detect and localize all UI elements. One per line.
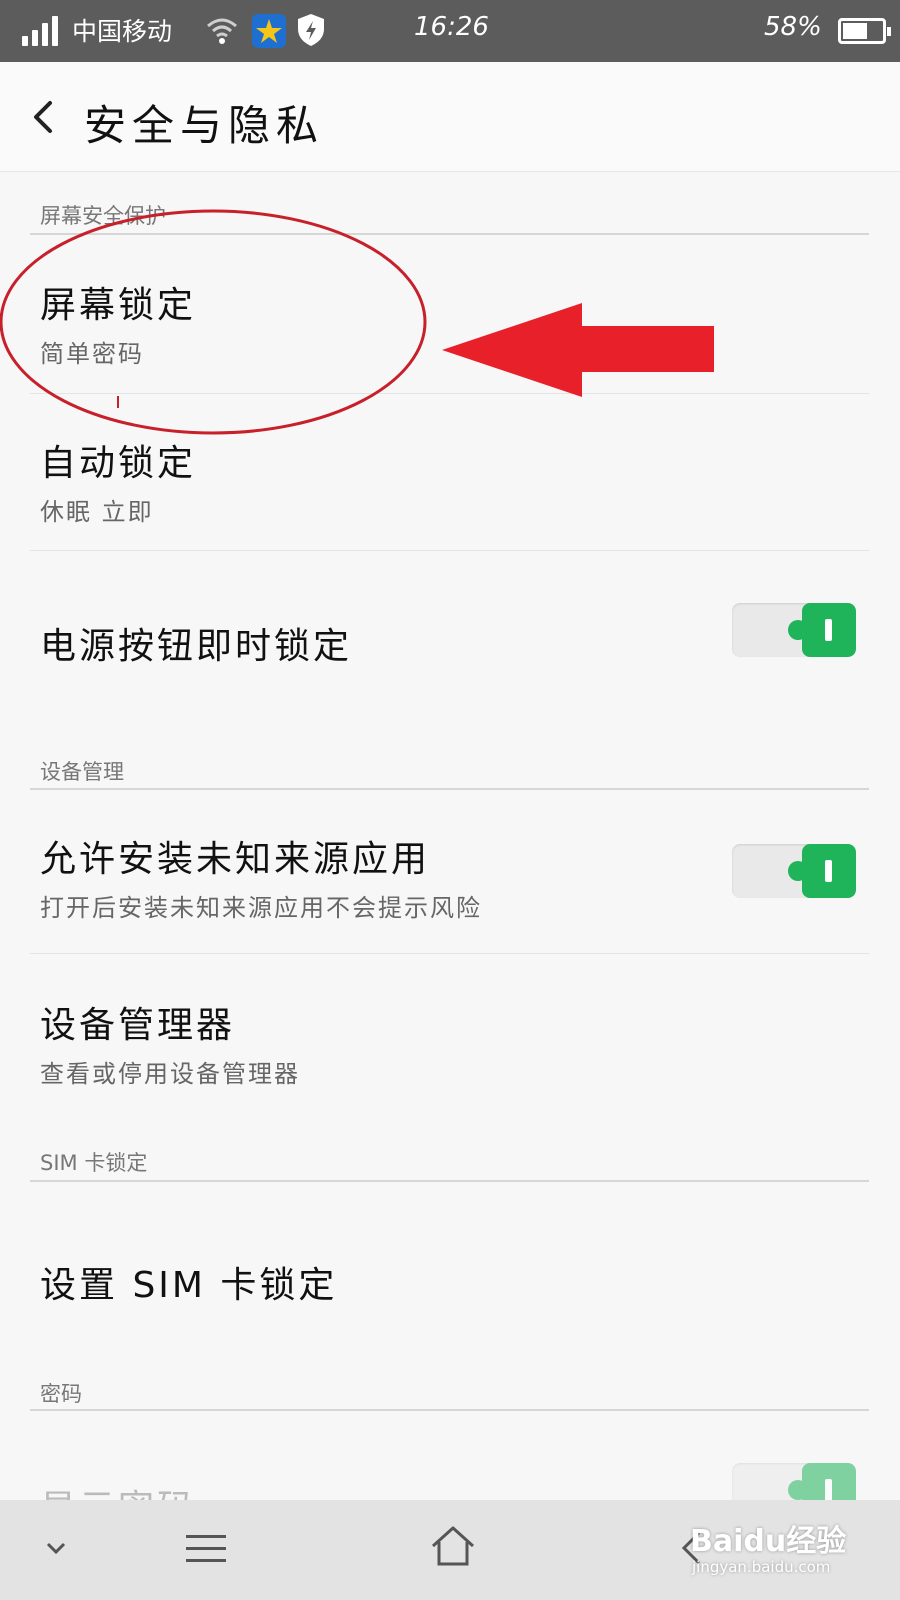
show-password-toggle[interactable] bbox=[732, 1463, 856, 1500]
row-title: 显示密码 bbox=[40, 1479, 196, 1500]
watermark-url: jingyan.baidu.com bbox=[692, 1558, 831, 1576]
power-button-lock-row[interactable]: 电源按钮即时锁定 bbox=[0, 551, 900, 721]
wifi-icon bbox=[207, 18, 237, 44]
section-header-password: 密码 bbox=[40, 1382, 82, 1406]
chevron-down-icon[interactable] bbox=[44, 1540, 68, 1556]
app-header: 安全与隐私 bbox=[0, 62, 900, 172]
unknown-sources-row[interactable]: 允许安装未知来源应用 打开后安装未知来源应用不会提示风险 bbox=[0, 790, 900, 953]
row-subtitle: 休眠 立即 bbox=[40, 498, 154, 526]
section-header-sim-lock: SIM 卡锁定 bbox=[40, 1151, 148, 1175]
row-title: 自动锁定 bbox=[40, 443, 197, 484]
screen-lock-row[interactable]: 屏幕锁定 简单密码 bbox=[0, 236, 900, 393]
status-bar: 中国移动 16:26 58% bbox=[0, 0, 900, 62]
back-arrow-icon[interactable] bbox=[24, 95, 64, 139]
device-admin-row[interactable]: 设备管理器 查看或停用设备管理器 bbox=[0, 954, 900, 1114]
section-header-screen-security: 屏幕安全保护 bbox=[40, 204, 166, 228]
watermark-logo: Baidu经验 bbox=[690, 1524, 847, 1559]
bottom-navigation: Baidu经验 jingyan.baidu.com bbox=[0, 1500, 900, 1600]
row-title: 屏幕锁定 bbox=[40, 285, 197, 326]
menu-icon[interactable] bbox=[186, 1532, 226, 1566]
unknown-sources-toggle[interactable] bbox=[732, 844, 856, 898]
row-subtitle: 查看或停用设备管理器 bbox=[40, 1060, 300, 1088]
page-title: 安全与隐私 bbox=[84, 101, 325, 150]
row-subtitle: 简单密码 bbox=[40, 340, 144, 368]
shield-icon bbox=[298, 14, 324, 46]
carrier-label: 中国移动 bbox=[72, 17, 173, 46]
row-subtitle: 打开后安装未知来源应用不会提示风险 bbox=[40, 894, 482, 922]
section-divider bbox=[30, 233, 869, 235]
app-notification-icon bbox=[252, 14, 286, 48]
row-title: 设置 SIM 卡锁定 bbox=[40, 1265, 338, 1306]
battery-percent: 58% bbox=[764, 12, 822, 42]
clock: 16:26 bbox=[414, 12, 489, 42]
row-title: 电源按钮即时锁定 bbox=[40, 626, 353, 667]
home-icon[interactable] bbox=[430, 1524, 476, 1568]
auto-lock-row[interactable]: 自动锁定 休眠 立即 bbox=[0, 394, 900, 550]
section-header-device-management: 设备管理 bbox=[40, 760, 124, 784]
power-button-lock-toggle[interactable] bbox=[732, 603, 856, 657]
show-password-row[interactable]: 显示密码 bbox=[0, 1411, 900, 1500]
sim-lock-row[interactable]: 设置 SIM 卡锁定 bbox=[0, 1182, 900, 1352]
battery-icon bbox=[838, 18, 891, 44]
signal-icon bbox=[22, 16, 62, 46]
row-title: 允许安装未知来源应用 bbox=[40, 839, 431, 880]
row-title: 设备管理器 bbox=[40, 1005, 236, 1046]
